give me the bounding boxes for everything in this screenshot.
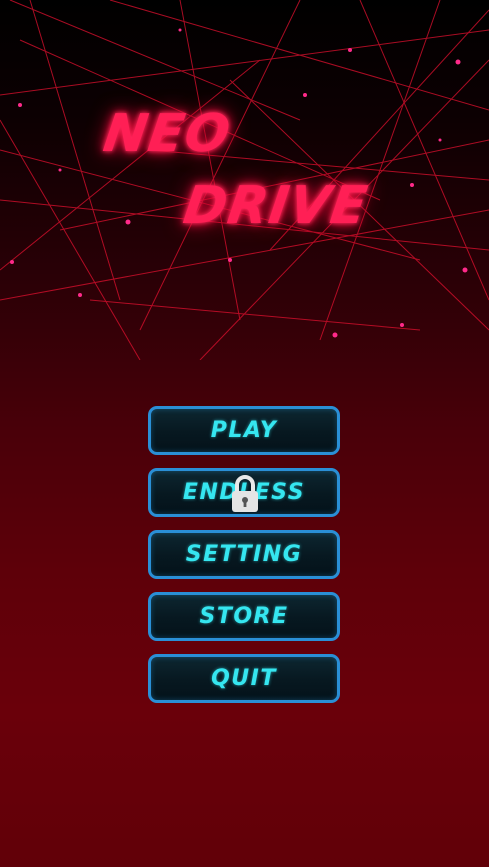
setting-button-label: SETTING: [185, 542, 303, 567]
game-title-line-2: DRIVE: [179, 176, 372, 236]
main-menu-screen: NEO DRIVE PLAY ENDLESS SETTING STORE QUI…: [0, 0, 489, 867]
game-title-line-1: NEO: [99, 104, 235, 164]
play-button[interactable]: PLAY: [148, 406, 340, 455]
endless-button[interactable]: ENDLESS: [148, 468, 340, 517]
store-button-label: STORE: [199, 604, 289, 629]
setting-button[interactable]: SETTING: [148, 530, 340, 579]
play-button-label: PLAY: [210, 418, 278, 443]
main-menu: PLAY ENDLESS SETTING STORE QUIT: [148, 406, 340, 716]
quit-button-label: QUIT: [211, 666, 277, 691]
lock-icon: [232, 475, 258, 512]
quit-button[interactable]: QUIT: [148, 654, 340, 703]
store-button[interactable]: STORE: [148, 592, 340, 641]
